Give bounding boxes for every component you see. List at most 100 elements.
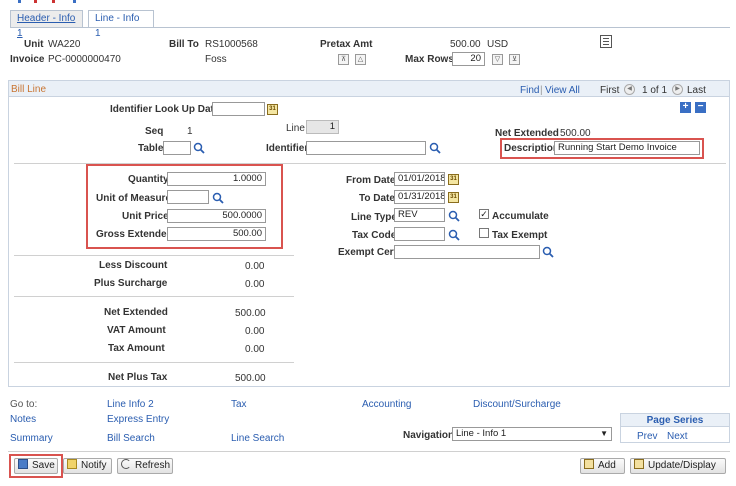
add-button[interactable]: Add (580, 458, 625, 474)
navigation-select[interactable]: Line - Info 1 ▼ (452, 427, 612, 441)
quantity-input[interactable]: 1.0000 (167, 172, 266, 186)
to-date-calendar-icon[interactable]: 31 (448, 192, 459, 203)
exempt-cert-label: Exempt Cert (338, 247, 397, 258)
previous-row-icon[interactable]: ◀ (624, 84, 635, 95)
goto-label: Go to: (10, 399, 38, 410)
scroll-top-icon[interactable]: ⊼ (338, 54, 349, 65)
bill-line-header (9, 81, 729, 97)
totals-divider-top (14, 255, 294, 256)
row-count: 1 of 1 (642, 85, 668, 96)
next-row-icon[interactable]: ▶ (672, 84, 683, 95)
next-link[interactable]: Next (667, 431, 688, 442)
tab-underline (10, 27, 730, 28)
invoice-value: PC-0000000470 (48, 54, 121, 65)
add-row-icon[interactable]: + (680, 102, 691, 113)
description-label: Description (504, 143, 560, 154)
net-extended-value: 500.00 (235, 308, 266, 319)
bill-search-link[interactable]: Bill Search (107, 433, 155, 444)
line-search-link[interactable]: Line Search (231, 433, 284, 444)
max-rows-label: Max Rows (405, 54, 454, 65)
table-lookup-icon[interactable] (193, 142, 205, 154)
totals-divider-bottom (14, 362, 294, 363)
refresh-button[interactable]: Refresh (117, 458, 173, 474)
view-all-link[interactable]: View All (545, 85, 580, 96)
navigation-label: Navigation (403, 430, 455, 441)
pretax-value: 500.00 (450, 39, 481, 50)
express-entry-link[interactable]: Express Entry (107, 414, 169, 425)
tab-line-info-1[interactable]: Line - Info 1 (88, 10, 154, 39)
notify-button[interactable]: Notify (63, 458, 112, 474)
notes-link[interactable]: Notes (10, 414, 36, 425)
accumulate-checkbox[interactable]: ✓ (479, 209, 489, 219)
identifier-lookup-icon[interactable] (429, 142, 441, 154)
prev-link[interactable]: Prev (637, 431, 658, 442)
max-rows-input[interactable]: 20 (452, 52, 485, 66)
less-discount-value: 0.00 (245, 261, 265, 272)
to-date-label: To Date (359, 193, 395, 204)
identifier-input[interactable] (306, 141, 426, 155)
summary-link[interactable]: Summary (10, 433, 53, 444)
notify-icon (67, 459, 77, 469)
chevron-down-icon: ▼ (600, 429, 608, 438)
line-number-field: 1 (306, 120, 339, 134)
invoice-label: Invoice (10, 54, 45, 65)
unit-value: WA220 (48, 39, 81, 50)
scroll-up-icon[interactable]: △ (355, 54, 366, 65)
tax-link[interactable]: Tax (231, 399, 247, 410)
from-date-input[interactable]: 01/01/2018 (394, 172, 445, 186)
uom-lookup-icon[interactable] (212, 192, 224, 204)
pretax-label: Pretax Amt (320, 39, 373, 50)
accounting-link[interactable]: Accounting (362, 399, 411, 410)
less-discount-label: Less Discount (99, 260, 168, 271)
tax-exempt-label: Tax Exempt (492, 230, 548, 241)
tax-exempt-checkbox[interactable] (479, 228, 489, 238)
top-cropped-icons (18, 0, 98, 4)
seq-label: Seq (145, 126, 164, 137)
from-date-label: From Date (346, 175, 396, 186)
line-type-lookup-icon[interactable] (448, 210, 460, 222)
calendar-icon[interactable]: 31 (267, 104, 278, 115)
update-display-button[interactable]: Update/Display (630, 458, 726, 474)
vat-amount-value: 0.00 (245, 326, 265, 337)
identifier-lookup-input[interactable] (212, 102, 265, 116)
line-label: Line (286, 123, 305, 134)
from-date-calendar-icon[interactable]: 31 (448, 174, 459, 185)
plus-surcharge-value: 0.00 (245, 279, 265, 290)
exempt-cert-input[interactable] (394, 245, 540, 259)
scroll-down-icon[interactable]: ▽ (492, 54, 503, 65)
tab-header-info-1[interactable]: Header - Info 1 (10, 10, 83, 39)
table-input[interactable] (163, 141, 191, 155)
gross-extended-label: Gross Extended (96, 229, 173, 240)
line-type-label: Line Type (351, 212, 397, 223)
tax-amount-value: 0.00 (245, 344, 265, 355)
delete-row-icon[interactable]: − (695, 102, 706, 113)
tax-code-label: Tax Code (352, 230, 397, 241)
tax-code-lookup-icon[interactable] (448, 229, 460, 241)
find-link[interactable]: Find (520, 85, 539, 96)
line-type-input[interactable]: REV (394, 208, 445, 222)
plus-surcharge-label: Plus Surcharge (94, 278, 168, 289)
to-date-input[interactable]: 01/31/2018 (394, 190, 445, 204)
vat-amount-label: VAT Amount (107, 325, 166, 336)
table-label: Table (138, 143, 164, 154)
find-view-separator: | (540, 85, 543, 96)
unit-price-input[interactable]: 500.0000 (167, 209, 266, 223)
totals-divider-mid (14, 296, 294, 297)
bill-to-label: Bill To (169, 39, 199, 50)
add-icon (584, 459, 594, 469)
spreadsheet-icon[interactable] (600, 35, 612, 48)
exempt-cert-lookup-icon[interactable] (542, 246, 554, 258)
tax-code-input[interactable] (394, 227, 445, 241)
tax-amount-label: Tax Amount (108, 343, 165, 354)
scroll-bottom-icon[interactable]: ⊻ (509, 54, 520, 65)
footer-divider (8, 451, 730, 452)
line-info-2-link[interactable]: Line Info 2 (107, 399, 154, 410)
net-plus-tax-label: Net Plus Tax (108, 372, 168, 383)
uom-input[interactable] (167, 190, 209, 204)
description-input[interactable]: Running Start Demo Invoice (554, 141, 700, 155)
save-button[interactable]: Save (14, 458, 58, 474)
discount-surcharge-link[interactable]: Discount/Surcharge (473, 399, 561, 410)
gross-extended-input[interactable]: 500.00 (167, 227, 266, 241)
refresh-icon (121, 459, 131, 469)
save-icon (18, 459, 28, 469)
